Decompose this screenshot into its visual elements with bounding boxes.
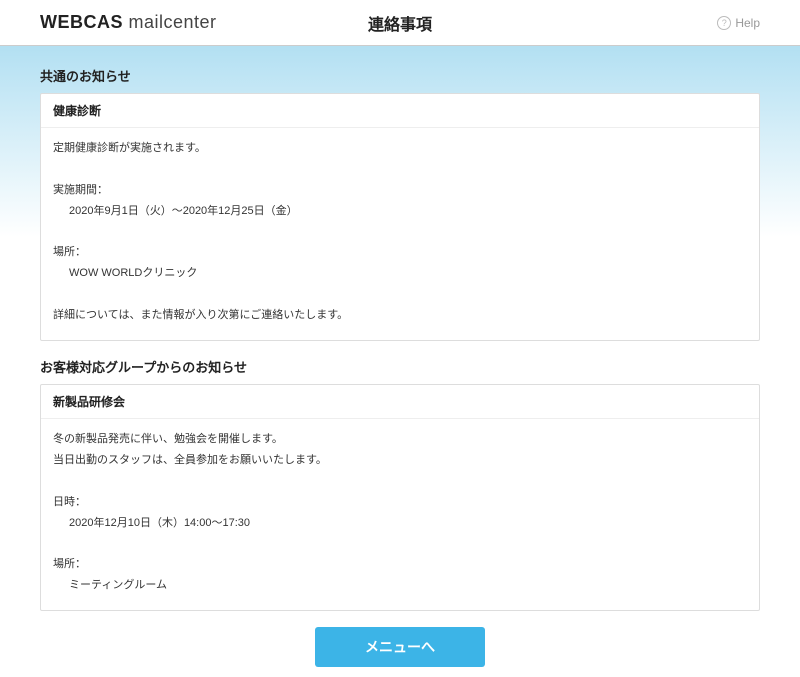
notice-box-general: 健康診断 定期健康診断が実施されます。 実施期間： 2020年9月1日（火）～2…: [40, 93, 760, 341]
notice2-line2: 当日出勤のスタッフは、全員参加をお願いいたします。: [53, 450, 747, 471]
help-link[interactable]: ? Help: [717, 16, 760, 30]
notice2-place: ミーティングルーム: [53, 575, 747, 596]
section2-heading: お客様対応グループからのお知らせ: [40, 357, 760, 376]
notice2-place-label: 場所：: [53, 554, 747, 575]
notice2-line1: 冬の新製品発売に伴い、勉強会を開催します。: [53, 429, 747, 450]
logo-bold: WEBCAS: [40, 12, 123, 32]
notice2-datetime: 2020年12月10日（木）14:00～17:30: [53, 513, 747, 534]
help-label: Help: [735, 16, 760, 30]
notice1-period: 2020年9月1日（火）～2020年12月25日（金）: [53, 201, 747, 222]
notice1-title: 健康診断: [41, 94, 759, 128]
header-bar: WEBCAS mailcenter 連絡事項 ? Help: [0, 0, 800, 46]
notice1-place: WOW WORLDクリニック: [53, 263, 747, 284]
notice2-body: 冬の新製品発売に伴い、勉強会を開催します。 当日出勤のスタッフは、全員参加をお願…: [41, 419, 759, 610]
notice-box-group: 新製品研修会 冬の新製品発売に伴い、勉強会を開催します。 当日出勤のスタッフは、…: [40, 384, 760, 611]
notice1-footnote: 詳細については、また情報が入り次第にご連絡いたします。: [53, 305, 747, 326]
logo-thin: mailcenter: [129, 12, 217, 32]
page-title: 連絡事項: [368, 11, 432, 35]
help-icon: ?: [717, 16, 731, 30]
notice1-period-label: 実施期間：: [53, 180, 747, 201]
notice1-place-label: 場所：: [53, 242, 747, 263]
section1-heading: 共通のお知らせ: [40, 66, 760, 85]
notice2-datetime-label: 日時：: [53, 492, 747, 513]
content-area: 共通のお知らせ 健康診断 定期健康診断が実施されます。 実施期間： 2020年9…: [0, 46, 800, 677]
notice2-title: 新製品研修会: [41, 385, 759, 419]
app-logo: WEBCAS mailcenter: [40, 12, 217, 33]
notice1-line1: 定期健康診断が実施されます。: [53, 138, 747, 159]
notice1-body: 定期健康診断が実施されます。 実施期間： 2020年9月1日（火）～2020年1…: [41, 128, 759, 340]
menu-button[interactable]: メニューへ: [315, 627, 485, 667]
